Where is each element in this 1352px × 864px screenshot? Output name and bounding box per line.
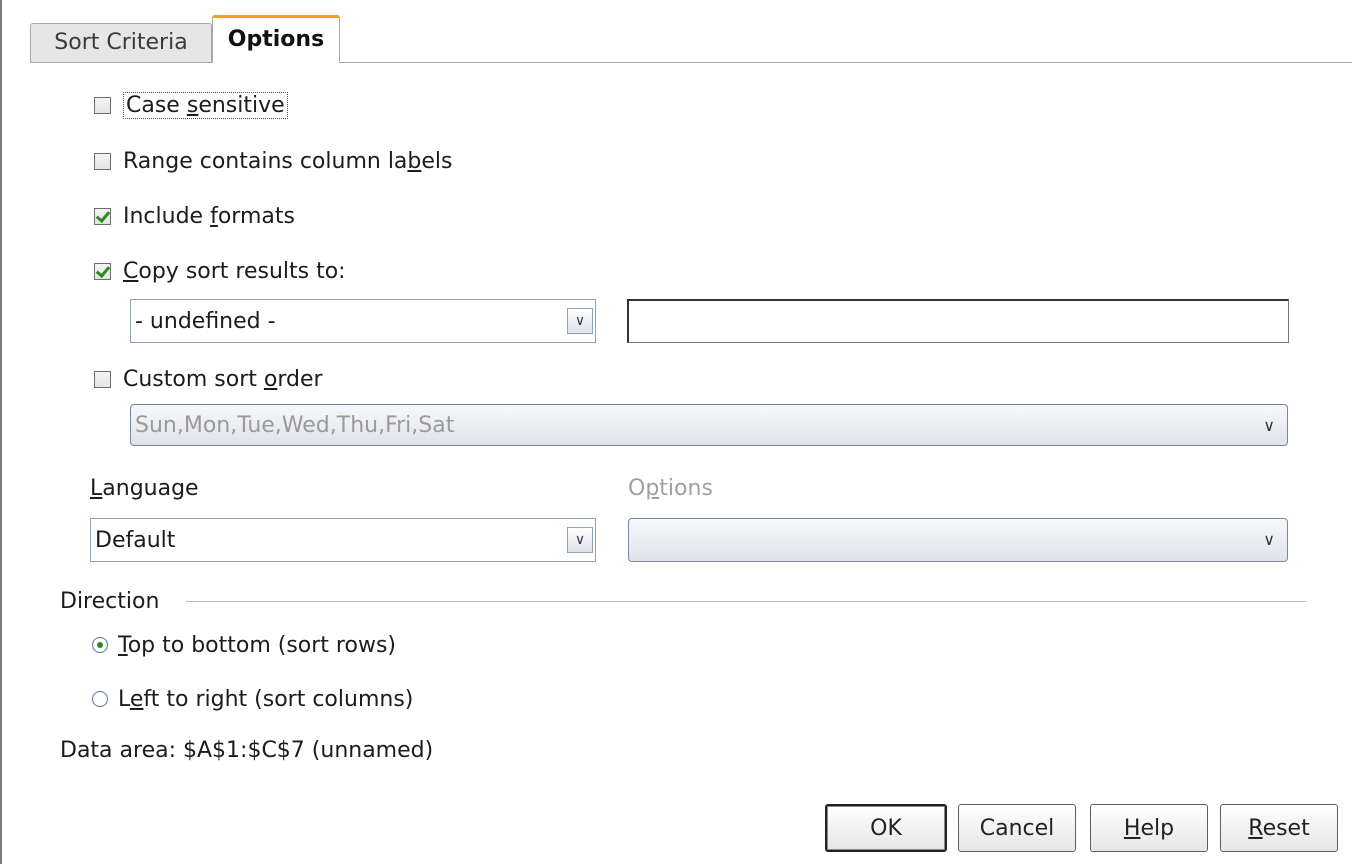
chevron-down-icon: ∨	[1263, 530, 1275, 549]
language-label: Language	[90, 476, 199, 501]
radio-top-to-bottom-label: Top to bottom (sort rows)	[118, 632, 396, 658]
radio-top-to-bottom[interactable]	[92, 637, 108, 653]
custom-order-value: Sun,Mon,Tue,Wed,Thu,Fri,Sat	[135, 412, 455, 438]
column-labels-checkbox-row[interactable]: Range contains column labels	[94, 146, 453, 176]
radio-left-to-right-label: Left to right (sort columns)	[118, 686, 414, 712]
case-sensitive-checkbox[interactable]	[94, 96, 111, 114]
radio-left-to-right-row[interactable]: Left to right (sort columns)	[92, 684, 413, 714]
tab-options[interactable]: Options	[212, 15, 340, 63]
options-select[interactable]: ∨	[628, 518, 1288, 562]
language-value: Default	[95, 527, 176, 553]
language-select[interactable]: Default ∨	[90, 518, 596, 562]
direction-group-divider	[186, 601, 1306, 602]
direction-group-title: Direction	[60, 589, 160, 614]
copy-results-checkbox-row[interactable]: Copy sort results to:	[94, 256, 346, 286]
options-label: Options	[628, 476, 713, 501]
custom-order-checkbox[interactable]	[94, 370, 111, 388]
data-area-text: Data area: $A$1:$C$7 (unnamed)	[60, 738, 434, 763]
ok-button-label: OK	[870, 815, 902, 841]
ok-button[interactable]: OK	[825, 804, 947, 852]
help-button-label: Help	[1123, 815, 1175, 841]
tab-options-label: Options	[227, 27, 325, 52]
cancel-button-label: Cancel	[979, 815, 1055, 841]
copy-target-value: - undefined -	[135, 308, 276, 334]
include-formats-label: Include formats	[123, 203, 295, 229]
chevron-down-icon[interactable]: ∨	[567, 308, 593, 334]
cancel-button[interactable]: Cancel	[958, 804, 1076, 852]
radio-top-to-bottom-row[interactable]: Top to bottom (sort rows)	[92, 630, 396, 660]
reset-button[interactable]: Reset	[1220, 804, 1338, 852]
case-sensitive-checkbox-row[interactable]: Case sensitive	[94, 90, 288, 120]
chevron-down-icon: ∨	[1263, 416, 1275, 435]
copy-target-input[interactable]	[627, 299, 1289, 343]
column-labels-label: Range contains column labels	[123, 148, 453, 174]
copy-results-checkbox[interactable]	[94, 262, 111, 280]
copy-target-select[interactable]: - undefined - ∨	[130, 299, 596, 343]
radio-left-to-right[interactable]	[92, 691, 108, 707]
reset-button-label: Reset	[1248, 815, 1310, 841]
custom-order-label: Custom sort order	[123, 366, 323, 392]
column-labels-checkbox[interactable]	[94, 152, 111, 170]
window-left-edge	[0, 0, 2, 864]
tab-sort-criteria[interactable]: Sort Criteria	[30, 23, 212, 63]
tab-sort-criteria-label: Sort Criteria	[54, 30, 188, 55]
custom-order-select[interactable]: Sun,Mon,Tue,Wed,Thu,Fri,Sat ∨	[130, 404, 1288, 446]
include-formats-checkbox[interactable]	[94, 207, 111, 225]
case-sensitive-label: Case sensitive	[123, 91, 288, 119]
chevron-down-icon[interactable]: ∨	[567, 527, 593, 553]
copy-results-label: Copy sort results to:	[123, 258, 346, 284]
custom-order-checkbox-row[interactable]: Custom sort order	[94, 364, 323, 394]
help-button[interactable]: Help	[1090, 804, 1208, 852]
include-formats-checkbox-row[interactable]: Include formats	[94, 201, 295, 231]
